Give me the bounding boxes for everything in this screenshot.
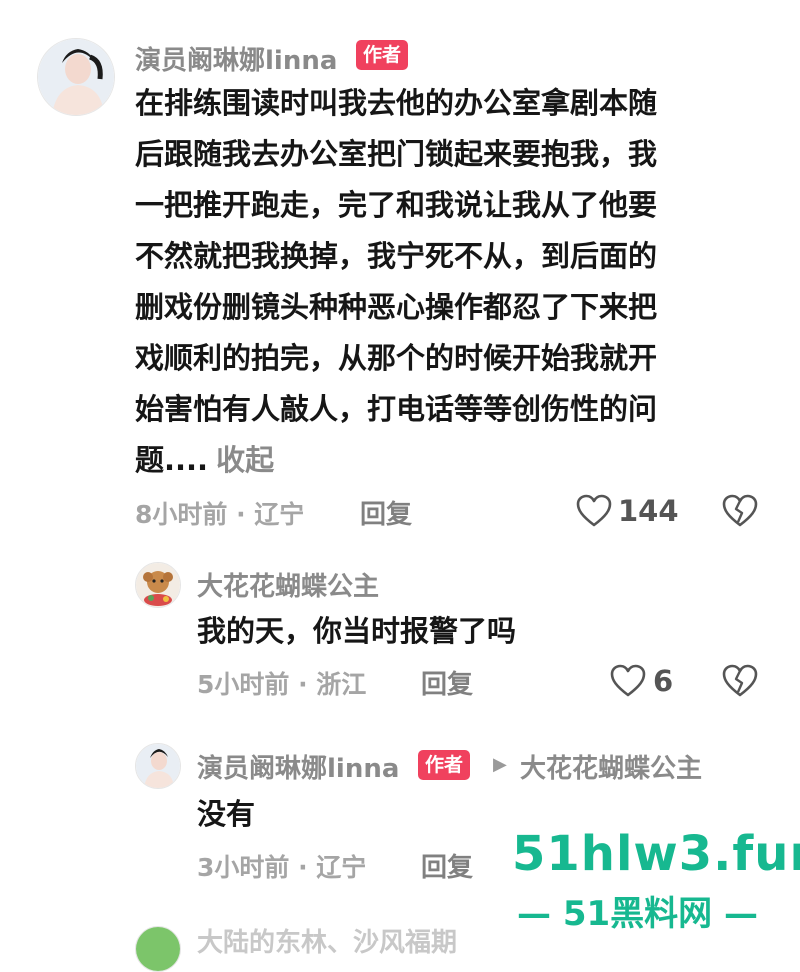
puppy-avatar-image <box>136 563 180 607</box>
next-comment-author[interactable]: 大陆的东林、沙风福期 <box>197 922 457 959</box>
comment-line: 题.... 收起 <box>135 435 657 486</box>
reply-body: 我的天，你当时报警了吗 <box>197 606 516 657</box>
comment-line: 后跟随我去办公室把门锁起来要抱我，我 <box>135 137 658 171</box>
broken-heart-icon[interactable] <box>722 494 758 528</box>
comment-body: 在排练围读时叫我去他的办公室拿剧本随 后跟随我去办公室把门锁起来要抱我，我 一把… <box>135 78 657 486</box>
next-avatar[interactable] <box>135 926 181 972</box>
reply-avatar[interactable] <box>135 562 181 608</box>
comment-line: 戏顺利的拍完，从那个的时候开始我就开 <box>135 341 658 375</box>
comment-line-last: 题.... <box>135 443 209 477</box>
comment-time-location: 8小时前 · 辽宁 <box>135 500 305 529</box>
comment-line: 删戏份删镜头种种恶心操作都忍了下来把 <box>135 290 658 324</box>
heart-icon[interactable] <box>610 664 646 698</box>
comment-author-name[interactable]: 演员阚琳娜linna <box>135 40 337 77</box>
reply-body: 没有 <box>197 789 255 840</box>
comment-line: 不然就把我换掉，我宁死不从，到后面的 <box>135 239 658 273</box>
comment-line: 一把推开跑走，完了和我说让我从了他要 <box>135 188 658 222</box>
reply-line: 没有 <box>197 797 256 831</box>
reply-time-location: 3小时前 · 辽宁 <box>197 853 367 882</box>
comment-line: 在排练围读时叫我去他的办公室拿剧本随 <box>135 86 658 120</box>
reply-button[interactable]: 回复 <box>421 847 473 884</box>
author-badge: 作者 <box>418 750 471 780</box>
author-avatar[interactable] <box>37 38 115 116</box>
like-count: 6 <box>653 664 674 698</box>
comment-line: 始害怕有人敲人，打电话等等创伤性的问 <box>135 392 658 426</box>
reply-button[interactable]: 回复 <box>360 494 412 531</box>
reply-time-location: 5小时前 · 浙江 <box>197 670 367 699</box>
reply-to-name[interactable]: 大花花蝴蝶公主 <box>520 748 702 785</box>
avatar-image <box>136 927 180 971</box>
avatar-image <box>38 39 114 115</box>
like-count: 144 <box>618 494 679 528</box>
reply-author-name[interactable]: 大花花蝴蝶公主 <box>197 566 379 603</box>
collapse-button[interactable]: 收起 <box>216 443 274 477</box>
reply-button[interactable]: 回复 <box>421 664 473 701</box>
author-badge: 作者 <box>356 40 409 70</box>
watermark-domain: 51hlw3.fun <box>512 826 800 882</box>
broken-heart-icon[interactable] <box>722 664 758 698</box>
heart-icon[interactable] <box>576 494 612 528</box>
reply-line: 我的天，你当时报警了吗 <box>197 614 517 648</box>
watermark-site-name: — 51黑料网 — <box>517 894 758 934</box>
reply-avatar[interactable] <box>135 743 181 789</box>
reply-arrow-icon: ▶ <box>493 754 507 775</box>
author-avatar-image <box>136 744 180 788</box>
reply-author-name[interactable]: 演员阚琳娜linna <box>197 748 399 785</box>
